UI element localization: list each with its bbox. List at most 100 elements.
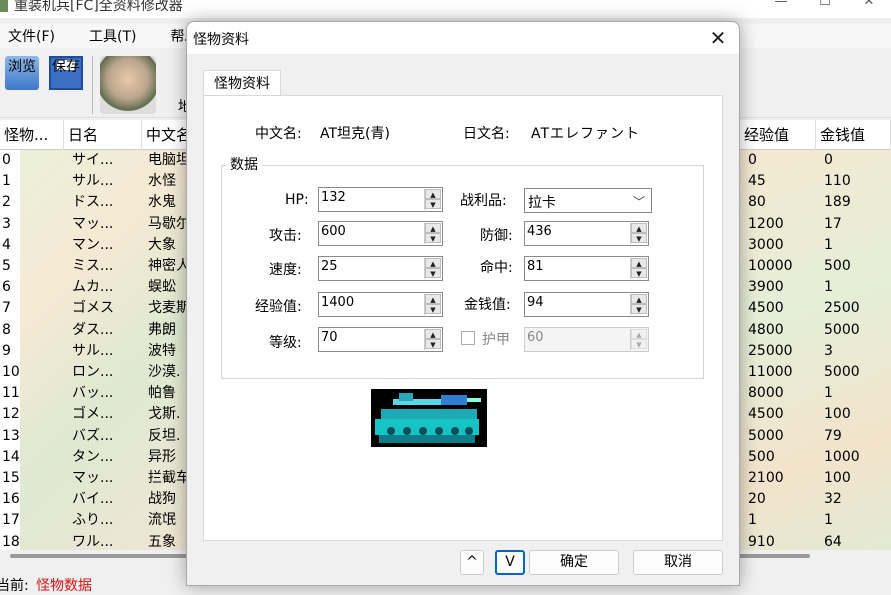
spin-down-icon[interactable]: ▼ bbox=[425, 199, 441, 209]
spin-up-icon[interactable]: ▲ bbox=[631, 258, 647, 268]
speed-value[interactable]: 25 bbox=[321, 259, 338, 274]
monster-sprite-image bbox=[371, 389, 487, 447]
gold-label: 金钱值: bbox=[464, 297, 511, 313]
next-button[interactable]: V bbox=[495, 550, 525, 575]
cell-jp-name: サル... bbox=[72, 173, 114, 190]
cell-id: 10 bbox=[2, 364, 20, 380]
tab-panel: 中文名: AT坦克(青) 日文名: ATエレファント 数据 HP: 132 ▲ ▼… bbox=[203, 95, 723, 541]
attack-spinbox[interactable]: 600 ▲ ▼ bbox=[318, 221, 443, 246]
dialog-title: 怪物资料 bbox=[193, 32, 249, 48]
hp-spinbox[interactable]: 132 ▲ ▼ bbox=[318, 187, 443, 212]
cell-gold: 1000 bbox=[824, 448, 860, 465]
maximize-icon[interactable]: ☐ bbox=[803, 0, 847, 10]
close-icon[interactable]: ✕ bbox=[707, 27, 729, 49]
attack-spin-arrows: ▲ ▼ bbox=[424, 223, 441, 244]
spin-down-icon[interactable]: ▼ bbox=[425, 268, 441, 278]
armor-checkbox[interactable] bbox=[461, 331, 475, 345]
speed-spinbox[interactable]: 25 ▲ ▼ bbox=[318, 256, 443, 281]
gold-value[interactable]: 94 bbox=[527, 295, 544, 310]
cell-gold: 0 bbox=[824, 152, 833, 168]
spin-down-icon[interactable]: ▼ bbox=[631, 233, 647, 243]
cell-jp-name: ロン... bbox=[72, 364, 114, 380]
cell-exp: 25000 bbox=[748, 342, 793, 359]
cell-exp: 45 bbox=[748, 173, 766, 190]
cell-id: 18 bbox=[2, 533, 20, 550]
cell-gold: 32 bbox=[824, 491, 842, 508]
cell-id: 13 bbox=[2, 427, 20, 444]
cell-gold: 1 bbox=[824, 512, 833, 529]
loot-value: 拉卡 bbox=[528, 195, 556, 211]
cn-name-value: AT坦克(青) bbox=[320, 126, 390, 142]
jp-name-value: ATエレファント bbox=[531, 126, 641, 142]
cell-jp-name: ゴメス bbox=[72, 300, 114, 317]
col-jp-name[interactable]: 日名 bbox=[64, 120, 142, 150]
spin-down-icon[interactable]: ▼ bbox=[425, 233, 441, 243]
armor-label: 护甲 bbox=[482, 332, 510, 348]
level-value[interactable]: 70 bbox=[321, 330, 338, 345]
cell-gold: 5000 bbox=[824, 321, 860, 338]
cn-name-label: 中文名: bbox=[255, 126, 302, 142]
spin-up-icon[interactable]: ▲ bbox=[425, 189, 441, 199]
col-exp[interactable]: 经验值 bbox=[740, 120, 816, 150]
spin-up-icon[interactable]: ▲ bbox=[425, 294, 441, 304]
cell-gold: 2500 bbox=[824, 300, 860, 317]
cell-gold: 79 bbox=[824, 427, 842, 444]
cell-jp-name: ドス... bbox=[72, 194, 114, 211]
accuracy-spinbox[interactable]: 81 ▲ ▼ bbox=[524, 256, 649, 281]
spin-up-icon[interactable]: ▲ bbox=[631, 223, 647, 233]
level-spin-arrows: ▲ ▼ bbox=[424, 329, 441, 350]
cell-id: 7 bbox=[2, 300, 11, 317]
window-close-icon[interactable]: ✕ bbox=[847, 0, 891, 10]
defense-value[interactable]: 436 bbox=[527, 224, 552, 239]
hp-spin-arrows: ▲ ▼ bbox=[424, 189, 441, 210]
defense-label: 防御: bbox=[480, 228, 513, 244]
level-spinbox[interactable]: 70 ▲ ▼ bbox=[318, 327, 443, 352]
exp-value[interactable]: 1400 bbox=[321, 295, 354, 310]
save-button[interactable]: 保存 bbox=[46, 52, 86, 114]
col-id[interactable]: 怪物... bbox=[0, 120, 64, 150]
spin-up-icon[interactable]: ▲ bbox=[425, 329, 441, 339]
hp-value[interactable]: 132 bbox=[321, 190, 346, 205]
jp-name-label: 日文名: bbox=[463, 126, 510, 142]
loot-dropdown[interactable]: 拉卡 ﹀ bbox=[524, 188, 652, 213]
browse-button[interactable]: 浏览 bbox=[2, 52, 42, 114]
spin-up-icon[interactable]: ▲ bbox=[631, 294, 647, 304]
previous-button[interactable]: ^ bbox=[460, 550, 484, 575]
loot-label: 战利品: bbox=[460, 193, 507, 209]
cell-jp-name: ダス... bbox=[72, 321, 114, 338]
menu-file[interactable]: 文件(F) bbox=[0, 26, 63, 46]
cell-id: 9 bbox=[2, 342, 11, 359]
cell-id: 11 bbox=[2, 385, 20, 402]
cell-id: 14 bbox=[2, 448, 20, 465]
cell-exp: 1 bbox=[748, 512, 757, 529]
accuracy-value[interactable]: 81 bbox=[527, 259, 544, 274]
spin-up-icon[interactable]: ▲ bbox=[425, 223, 441, 233]
exp-spin-arrows: ▲ ▼ bbox=[424, 294, 441, 315]
spin-up-icon[interactable]: ▲ bbox=[425, 258, 441, 268]
cell-id: 16 bbox=[2, 491, 20, 508]
tab-monster-info[interactable]: 怪物资料 bbox=[203, 70, 281, 96]
gold-spinbox[interactable]: 94 ▲ ▼ bbox=[524, 292, 649, 317]
spin-down-icon[interactable]: ▼ bbox=[631, 268, 647, 278]
exp-spinbox[interactable]: 1400 ▲ ▼ bbox=[318, 292, 443, 317]
cell-id: 5 bbox=[2, 258, 11, 274]
cell-jp-name: ふり... bbox=[72, 512, 114, 529]
armor-value: 60 bbox=[527, 330, 544, 345]
minimize-icon[interactable]: — bbox=[759, 0, 803, 10]
menu-tools[interactable]: 工具(T) bbox=[81, 26, 144, 46]
window-controls: — ☐ ✕ bbox=[759, 0, 891, 10]
attack-value[interactable]: 600 bbox=[321, 224, 346, 239]
cell-id: 4 bbox=[2, 236, 11, 253]
cell-gold: 1 bbox=[824, 236, 833, 253]
spin-down-icon[interactable]: ▼ bbox=[425, 339, 441, 349]
chevron-down-icon: ﹀ bbox=[632, 195, 645, 209]
speed-label: 速度: bbox=[269, 262, 302, 278]
defense-spinbox[interactable]: 436 ▲ ▼ bbox=[524, 221, 649, 246]
spin-down-icon[interactable]: ▼ bbox=[631, 304, 647, 314]
character-avatar-button[interactable] bbox=[100, 56, 156, 114]
spin-down-icon[interactable]: ▼ bbox=[425, 304, 441, 314]
ok-button[interactable]: 确定 bbox=[529, 550, 619, 575]
cancel-button[interactable]: 取消 bbox=[633, 550, 723, 575]
col-gold[interactable]: 金钱值 bbox=[816, 120, 891, 150]
app-icon bbox=[0, 0, 8, 12]
